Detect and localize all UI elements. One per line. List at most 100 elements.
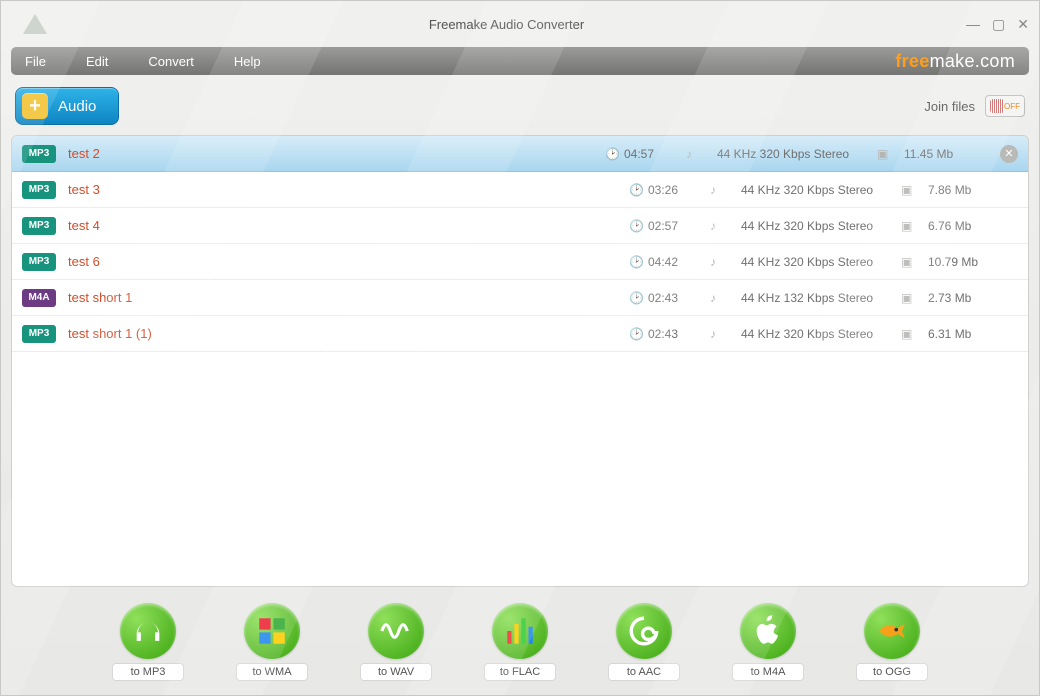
menu-file[interactable]: File bbox=[25, 54, 46, 69]
file-name: test short 1 (1) bbox=[68, 326, 152, 341]
converter-to-wav[interactable]: to WAV bbox=[360, 603, 432, 681]
file-size: 11.45 Mb bbox=[904, 147, 994, 161]
join-files-label: Join files bbox=[924, 99, 975, 114]
converter-bar: to MP3 to WMA to WAV to FLAC to AAC to M… bbox=[1, 597, 1039, 695]
equalizer-icon bbox=[492, 603, 548, 659]
converter-to-flac[interactable]: to FLAC bbox=[484, 603, 556, 681]
window-title: Freemake Audio Converter bbox=[47, 17, 966, 32]
converter-label: to WMA bbox=[236, 663, 308, 681]
clock-icon: 🕑 bbox=[629, 255, 643, 269]
file-specs: 44 KHz 320 Kbps Stereo bbox=[741, 255, 901, 269]
app-window: Freemake Audio Converter — ▢ ✕ File Edit… bbox=[0, 0, 1040, 696]
add-audio-button[interactable]: + Audio bbox=[15, 87, 119, 125]
converter-to-mp3[interactable]: to MP3 bbox=[112, 603, 184, 681]
file-name: test short 1 bbox=[68, 290, 132, 305]
converter-label: to AAC bbox=[608, 663, 680, 681]
menu-bar: File Edit Convert Help freemake.com bbox=[11, 47, 1029, 75]
toolbar: + Audio Join files OFF bbox=[1, 75, 1039, 135]
size-icon: ▣ bbox=[877, 147, 891, 161]
title-bar: Freemake Audio Converter — ▢ ✕ bbox=[1, 1, 1039, 47]
file-specs: 44 KHz 320 Kbps Stereo bbox=[741, 219, 901, 233]
file-row[interactable]: MP3 test 4 🕑 02:57 ♪ 44 KHz 320 Kbps Ste… bbox=[12, 208, 1028, 244]
file-name: test 6 bbox=[68, 254, 100, 269]
join-files-state: OFF bbox=[1004, 102, 1020, 111]
size-icon: ▣ bbox=[901, 219, 915, 233]
file-specs: 44 KHz 320 Kbps Stereo bbox=[717, 147, 877, 161]
converter-label: to OGG bbox=[856, 663, 928, 681]
close-button[interactable]: ✕ bbox=[1017, 16, 1029, 33]
file-name: test 4 bbox=[68, 218, 100, 233]
minimize-button[interactable]: — bbox=[966, 16, 980, 33]
windows-icon bbox=[244, 603, 300, 659]
menu-convert[interactable]: Convert bbox=[148, 54, 194, 69]
converter-label: to MP3 bbox=[112, 663, 184, 681]
format-badge: MP3 bbox=[22, 217, 56, 235]
menu-help[interactable]: Help bbox=[234, 54, 261, 69]
file-size: 10.79 Mb bbox=[928, 255, 1018, 269]
audio-spec-icon: ♪ bbox=[710, 291, 724, 305]
headphones-icon bbox=[120, 603, 176, 659]
size-icon: ▣ bbox=[901, 327, 915, 341]
converter-label: to FLAC bbox=[484, 663, 556, 681]
clock-icon: 🕑 bbox=[629, 291, 643, 305]
format-badge: M4A bbox=[22, 289, 56, 307]
file-row[interactable]: MP3 test 3 🕑 03:26 ♪ 44 KHz 320 Kbps Ste… bbox=[12, 172, 1028, 208]
remove-row-button[interactable]: ✕ bbox=[1000, 145, 1018, 163]
file-name: test 2 bbox=[68, 146, 100, 161]
converter-to-wma[interactable]: to WMA bbox=[236, 603, 308, 681]
format-badge: MP3 bbox=[22, 253, 56, 271]
file-row[interactable]: M4A test short 1 🕑 02:43 ♪ 44 KHz 132 Kb… bbox=[12, 280, 1028, 316]
join-files-toggle[interactable]: OFF bbox=[985, 95, 1025, 117]
file-size: 6.31 Mb bbox=[928, 327, 1018, 341]
audio-spec-icon: ♪ bbox=[710, 255, 724, 269]
audio-spec-icon: ♪ bbox=[710, 219, 724, 233]
file-list[interactable]: MP3 test 2 🕑 04:57 ♪ 44 KHz 320 Kbps Ste… bbox=[12, 136, 1028, 586]
file-duration: 04:42 bbox=[648, 255, 702, 269]
converter-label: to WAV bbox=[360, 663, 432, 681]
file-size: 7.86 Mb bbox=[928, 183, 1018, 197]
join-files-control: Join files OFF bbox=[924, 95, 1025, 117]
format-badge: MP3 bbox=[22, 325, 56, 343]
menu-edit[interactable]: Edit bbox=[86, 54, 108, 69]
file-duration: 03:26 bbox=[648, 183, 702, 197]
clock-icon: 🕑 bbox=[629, 219, 643, 233]
file-duration: 02:57 bbox=[648, 219, 702, 233]
file-duration: 02:43 bbox=[648, 327, 702, 341]
file-row[interactable]: MP3 test short 1 (1) 🕑 02:43 ♪ 44 KHz 32… bbox=[12, 316, 1028, 352]
size-icon: ▣ bbox=[901, 183, 915, 197]
swirl-icon bbox=[616, 603, 672, 659]
add-audio-label: Audio bbox=[58, 98, 96, 115]
format-badge: MP3 bbox=[22, 145, 56, 163]
wave-icon bbox=[368, 603, 424, 659]
window-controls: — ▢ ✕ bbox=[966, 16, 1029, 33]
size-icon: ▣ bbox=[901, 291, 915, 305]
app-logo-icon bbox=[23, 14, 47, 34]
file-specs: 44 KHz 320 Kbps Stereo bbox=[741, 183, 901, 197]
converter-to-ogg[interactable]: to OGG bbox=[856, 603, 928, 681]
file-row[interactable]: MP3 test 6 🕑 04:42 ♪ 44 KHz 320 Kbps Ste… bbox=[12, 244, 1028, 280]
file-specs: 44 KHz 132 Kbps Stereo bbox=[741, 291, 901, 305]
file-duration: 04:57 bbox=[624, 147, 678, 161]
clock-icon: 🕑 bbox=[629, 183, 643, 197]
clock-icon: 🕑 bbox=[629, 327, 643, 341]
clock-icon: 🕑 bbox=[605, 147, 619, 161]
audio-spec-icon: ♪ bbox=[710, 327, 724, 341]
converter-label: to M4A bbox=[732, 663, 804, 681]
file-list-panel: MP3 test 2 🕑 04:57 ♪ 44 KHz 320 Kbps Ste… bbox=[11, 135, 1029, 587]
brand-link[interactable]: freemake.com bbox=[895, 51, 1015, 72]
apple-icon bbox=[740, 603, 796, 659]
file-duration: 02:43 bbox=[648, 291, 702, 305]
maximize-button[interactable]: ▢ bbox=[992, 16, 1005, 33]
size-icon: ▣ bbox=[901, 255, 915, 269]
converter-to-aac[interactable]: to AAC bbox=[608, 603, 680, 681]
file-specs: 44 KHz 320 Kbps Stereo bbox=[741, 327, 901, 341]
plus-icon: + bbox=[22, 93, 48, 119]
file-name: test 3 bbox=[68, 182, 100, 197]
file-row[interactable]: MP3 test 2 🕑 04:57 ♪ 44 KHz 320 Kbps Ste… bbox=[12, 136, 1028, 172]
converter-to-m4a[interactable]: to M4A bbox=[732, 603, 804, 681]
file-size: 6.76 Mb bbox=[928, 219, 1018, 233]
audio-spec-icon: ♪ bbox=[710, 183, 724, 197]
format-badge: MP3 bbox=[22, 181, 56, 199]
audio-spec-icon: ♪ bbox=[686, 147, 700, 161]
fish-icon bbox=[864, 603, 920, 659]
